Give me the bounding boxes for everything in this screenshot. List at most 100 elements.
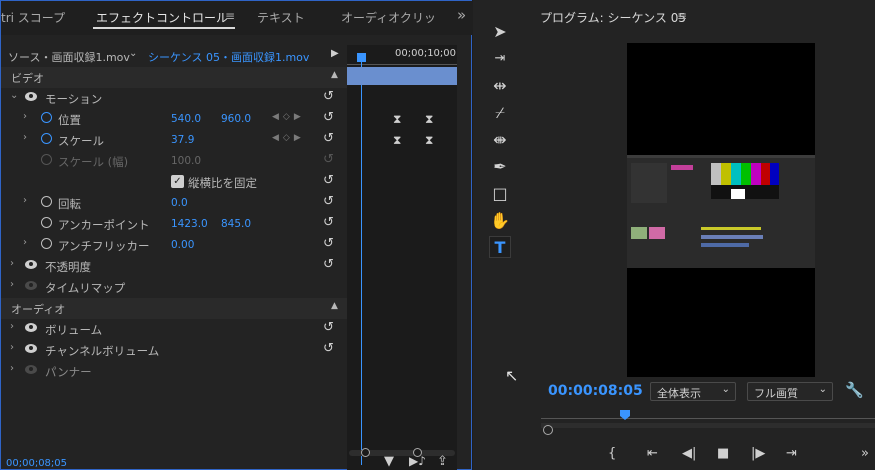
program-monitor-title[interactable]: プログラム: シーケンス 05 <box>540 9 686 26</box>
reset-icon[interactable]: ↺ <box>323 89 334 104</box>
stopwatch-icon[interactable] <box>41 238 52 249</box>
mark-in-icon[interactable]: { <box>608 446 616 461</box>
channel-volume-effect-row[interactable]: › チャンネルボリューム ↺ <box>1 340 347 361</box>
selection-tool-icon[interactable]: ➤ <box>489 21 511 43</box>
collapse-up-icon[interactable]: ▲ <box>331 70 338 80</box>
source-clip-label[interactable]: ソース・画面収録1.mov <box>8 49 130 65</box>
stopwatch-icon[interactable] <box>41 217 52 228</box>
video-preview[interactable] <box>627 43 815 377</box>
reset-icon[interactable]: ↺ <box>323 131 334 146</box>
effect-timeline[interactable]: 00;00;10;00 ⧗ ⧗ ⧗ ⧗ <box>347 45 457 470</box>
scroll-handle-left[interactable] <box>361 448 370 457</box>
stop-icon[interactable]: ■ <box>717 446 729 461</box>
pen-tool-icon[interactable]: ✒ <box>489 156 511 178</box>
clip-bar[interactable] <box>347 67 457 85</box>
hand-tool-icon[interactable]: ✋ <box>489 210 511 232</box>
source-dropdown-chevron-icon[interactable]: ⌄ <box>129 48 137 59</box>
program-time-ruler[interactable] <box>541 418 875 419</box>
twirl-right-icon[interactable]: › <box>10 363 14 374</box>
reset-icon[interactable]: ↺ <box>323 236 334 251</box>
keyframe-icon[interactable]: ⧗ <box>425 112 433 127</box>
twirl-right-icon[interactable]: › <box>10 279 14 290</box>
reset-icon[interactable]: ↺ <box>323 341 334 356</box>
keyframe-navigator-icon[interactable]: ◀◇▶ <box>272 133 305 143</box>
reset-icon[interactable]: ↺ <box>323 173 334 188</box>
tab-audio-clip-mixer[interactable]: オーディオクリップ <box>341 9 437 26</box>
twirl-right-icon[interactable]: › <box>23 132 27 143</box>
export-icon[interactable]: ⇪ <box>437 454 448 469</box>
go-to-out-icon[interactable]: ⇥ <box>786 446 797 461</box>
twirl-right-icon[interactable]: › <box>23 195 27 206</box>
stopwatch-icon[interactable] <box>41 112 52 123</box>
reset-icon[interactable]: ↺ <box>323 257 334 272</box>
fx-toggle-eye-icon[interactable] <box>25 323 37 332</box>
show-timeline-icon[interactable]: ▶ <box>331 48 339 59</box>
clip-selector-row: ソース・画面収録1.mov ⌄ シーケンス 05・画面収録1.mov ▶ <box>1 45 347 67</box>
go-to-in-icon[interactable]: ⇤ <box>647 446 658 461</box>
more-controls-icon[interactable]: » <box>861 446 869 461</box>
tab-menu-icon[interactable]: ≡ <box>225 9 235 23</box>
tab-lumetri-scopes[interactable]: tri スコープ <box>1 9 65 26</box>
twirl-right-icon[interactable]: › <box>10 321 14 332</box>
scale-width-value: 100.0 <box>171 155 202 167</box>
zoom-bar-handle[interactable] <box>543 425 553 435</box>
reset-icon[interactable]: ↺ <box>323 320 334 335</box>
reset-icon[interactable]: ↺ <box>323 215 334 230</box>
scale-width-label: スケール (幅) <box>58 155 129 169</box>
wrench-icon[interactable]: 🔧 <box>845 381 864 399</box>
type-tool-icon[interactable]: T <box>489 236 511 258</box>
twirl-right-icon[interactable]: › <box>23 111 27 122</box>
scale-value[interactable]: 37.9 <box>171 134 194 146</box>
zoom-level-select[interactable]: 全体表示 ⌄ <box>650 382 736 401</box>
fx-toggle-eye-icon[interactable] <box>25 260 37 269</box>
uniform-scale-checkbox[interactable]: ✓ <box>171 175 184 188</box>
zoom-bar[interactable] <box>541 423 875 428</box>
panel-menu-icon[interactable]: ≡ <box>677 9 687 23</box>
track-select-tool-icon[interactable]: ⇥ <box>489 48 511 70</box>
position-row: › 位置 540.0 960.0 ◀◇▶ ↺ <box>1 109 347 130</box>
collapse-up-icon[interactable]: ▲ <box>331 301 338 311</box>
current-time-display[interactable]: 00;00;08;05 <box>6 458 67 469</box>
twirl-right-icon[interactable]: › <box>10 258 14 269</box>
tab-effect-controls[interactable]: エフェクトコントロール <box>96 9 228 26</box>
play-audio-icon[interactable]: ▶♪ <box>409 454 426 468</box>
motion-effect-row[interactable]: ⌄ モーション ↺ <box>1 88 347 109</box>
tab-text[interactable]: テキスト <box>257 9 305 26</box>
volume-effect-row[interactable]: › ボリューム ↺ <box>1 319 347 340</box>
panner-effect-row[interactable]: › パンナー <box>1 361 347 382</box>
position-y-value[interactable]: 960.0 <box>221 113 251 125</box>
video-header-label: ビデオ <box>11 72 44 85</box>
position-x-value[interactable]: 540.0 <box>171 113 201 125</box>
twirl-right-icon[interactable]: › <box>10 342 14 353</box>
razor-tool-icon[interactable]: ⌿ <box>489 102 511 124</box>
keyframe-icon[interactable]: ⧗ <box>425 133 433 148</box>
keyframe-icon[interactable]: ⧗ <box>393 112 401 127</box>
fx-toggle-eye-icon[interactable] <box>25 344 37 353</box>
keyframe-navigator-icon[interactable]: ◀◇▶ <box>272 112 305 122</box>
program-timecode[interactable]: 00:00:08:05 <box>548 383 643 399</box>
twirl-right-icon[interactable]: › <box>23 237 27 248</box>
playback-resolution-select[interactable]: フル画質 ⌄ <box>747 382 833 401</box>
rotation-value[interactable]: 0.0 <box>171 197 188 209</box>
opacity-effect-row[interactable]: › 不透明度 ↺ <box>1 256 347 277</box>
stopwatch-icon[interactable] <box>41 196 52 207</box>
reset-icon[interactable]: ↺ <box>323 110 334 125</box>
stopwatch-icon[interactable] <box>41 133 52 144</box>
reset-icon[interactable]: ↺ <box>323 194 334 209</box>
anchor-x-value[interactable]: 1423.0 <box>171 218 208 230</box>
keyframe-icon[interactable]: ⧗ <box>393 133 401 148</box>
scale-label: スケール <box>58 134 104 148</box>
filter-icon[interactable]: ▼ <box>384 454 394 469</box>
twirl-down-icon[interactable]: ⌄ <box>10 90 18 101</box>
fx-toggle-eye-icon[interactable] <box>25 92 37 101</box>
step-back-icon[interactable]: ◀| <box>682 446 696 461</box>
ripple-edit-tool-icon[interactable]: ⇹ <box>489 75 511 97</box>
time-remap-effect-row[interactable]: › タイムリマップ <box>1 277 347 298</box>
step-forward-icon[interactable]: |▶ <box>751 446 765 461</box>
slip-tool-icon[interactable]: ⇼ <box>489 129 511 151</box>
rectangle-tool-icon[interactable]: □ <box>489 183 511 205</box>
antiflicker-value[interactable]: 0.00 <box>171 239 194 251</box>
sequence-clip-label[interactable]: シーケンス 05・画面収録1.mov <box>148 49 309 65</box>
anchor-y-value[interactable]: 845.0 <box>221 218 251 230</box>
overflow-chevron-icon[interactable]: » <box>457 6 466 24</box>
